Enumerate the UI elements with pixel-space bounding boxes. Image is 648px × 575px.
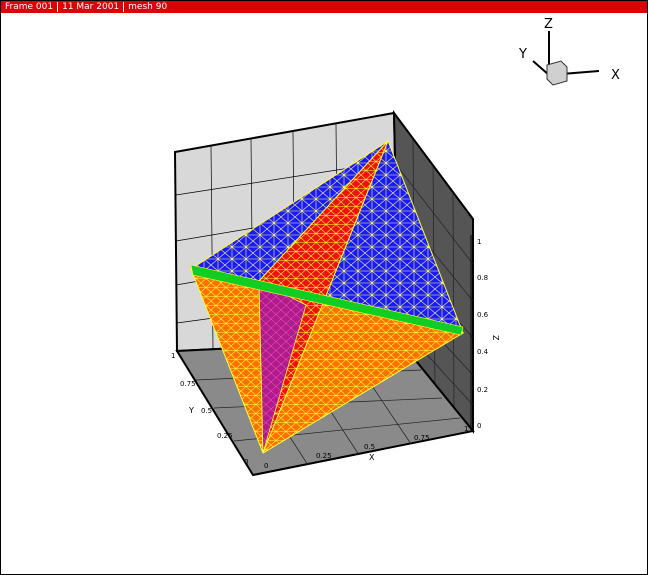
triad-y-label: Y [518,47,527,62]
z-tick-label: 0.4 [477,348,489,356]
x-axis-label: X [369,453,375,462]
x-tick-label: 1 [464,425,468,433]
z-axis-label: Z [491,335,500,341]
frame-number: Frame 001 [5,2,54,12]
triad-x-label: X [611,68,620,83]
triad-cube-icon [546,60,568,86]
x-tick-label: 0.75 [414,434,430,442]
triad-z-label: Z [544,17,553,32]
frame-date: 11 Mar 2001 [62,2,120,12]
y-tick-label: 0.75 [180,380,196,388]
y-tick-label: 0.25 [217,432,233,440]
y-tick-label: 0.5 [201,407,212,415]
z-tick-label: 0.2 [477,386,488,394]
x-tick-label: 0.5 [364,443,375,451]
frame-header-bar: Frame 001 11 Mar 2001 mesh 90 [1,1,647,13]
y-tick-label: 1 [171,352,175,360]
z-tick-label: 0.8 [477,274,488,282]
x-tick-label: 0.25 [316,452,332,460]
z-tick-label: 0 [477,422,481,430]
3d-plot-canvas[interactable]: Z Y X 0 0.2 0.4 0.6 0.8 1 Z 0 0.25 0.5 0… [1,13,647,573]
axis-triad: Z Y X [518,17,620,86]
x-tick-label: 0 [264,462,268,470]
y-axis-label: Y [188,406,194,415]
plot-frame: Frame 001 11 Mar 2001 mesh 90 Z Y X 0 0.… [0,0,648,575]
y-tick-label: 0 [244,458,248,466]
z-axis: 0 0.2 0.4 0.6 0.8 1 Z [470,235,500,431]
z-tick-label: 0.6 [477,311,489,319]
z-tick-label: 1 [477,238,481,246]
frame-title: mesh 90 [128,2,168,12]
